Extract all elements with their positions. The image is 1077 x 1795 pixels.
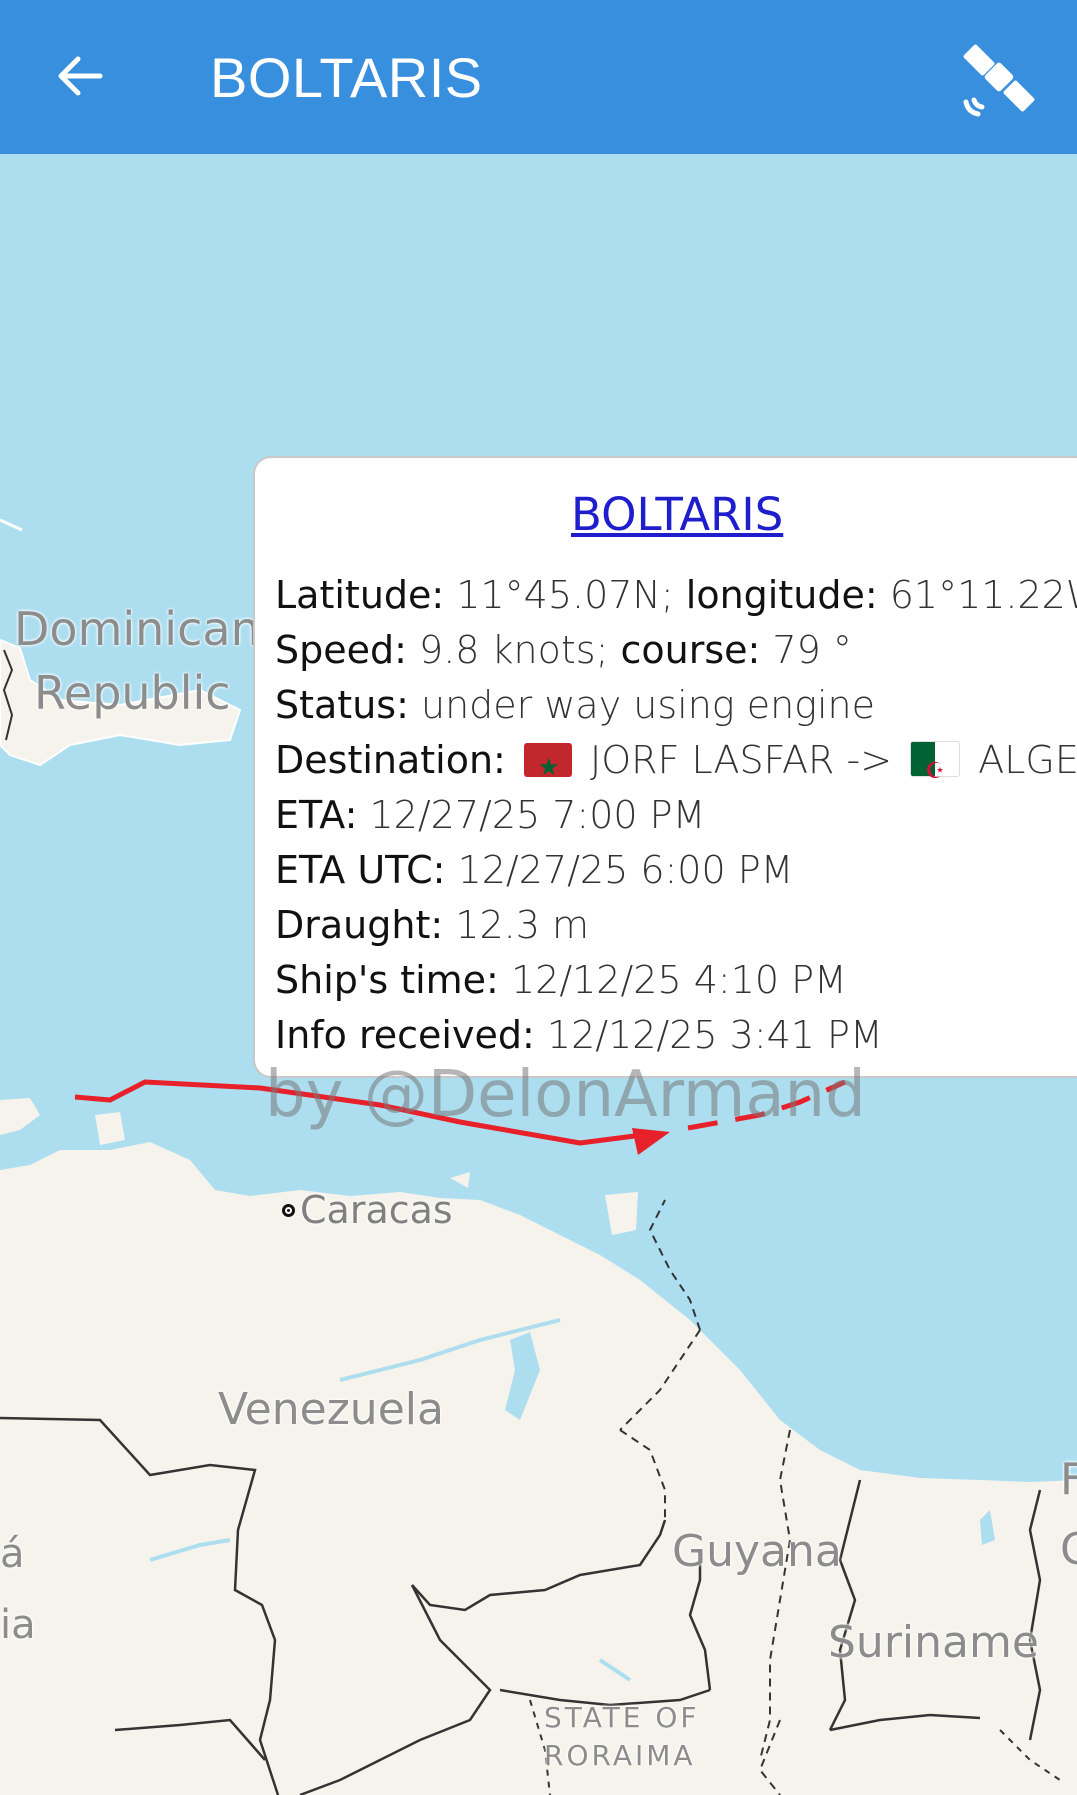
label-speed: Speed: (275, 628, 407, 672)
label-state-of: STATE OF (544, 1701, 700, 1734)
page-title: BOLTARIS (210, 46, 483, 109)
morocco-flag-icon (523, 740, 572, 795)
row-position: Latitude: 11°45.07N; longitude: 61°11.22… (275, 568, 1077, 623)
row-info-received: Info received: 12/12/25 3:41 PM (275, 1008, 1077, 1063)
ship-direction-arrow (632, 1128, 670, 1155)
label-suriname: Suriname (828, 1617, 1039, 1668)
label-edge-ia: ia (0, 1602, 36, 1648)
city-marker-caracas (282, 1204, 295, 1217)
label-ships-time: Ship's time: (275, 958, 499, 1002)
row-speed: Speed: 9.8 knots; course: 79 ° (275, 623, 1077, 678)
label-eta: ETA: (275, 793, 358, 837)
label-draught: Draught: (275, 903, 444, 947)
vessel-name-link[interactable]: BOLTARIS (255, 488, 1077, 541)
value-origin: JORF LASFAR -> (590, 738, 893, 782)
label-venezuela: Venezuela (218, 1384, 444, 1435)
watermark: by @DelonArmand (265, 1058, 866, 1132)
label-longitude: longitude: (685, 573, 878, 617)
value-info-received: 12/12/25 3:41 PM (546, 1013, 883, 1057)
row-eta: ETA: 12/27/25 7:00 PM (275, 788, 1077, 843)
label-caracas: Caracas (300, 1188, 453, 1232)
app-bar: BOLTARIS (0, 0, 1077, 154)
label-destination: Destination: (275, 738, 506, 782)
label-dominican: Dominican (14, 602, 260, 656)
label-republic: Republic (34, 666, 231, 720)
label-guyana: Guyana (672, 1526, 842, 1577)
value-status: under way using engine (420, 683, 875, 727)
label-eta-utc: ETA UTC: (275, 848, 446, 892)
vessel-info-rows: Latitude: 11°45.07N; longitude: 61°11.22… (275, 568, 1077, 1063)
vessel-info-popup[interactable]: BOLTARIS Latitude: 11°45.07N; longitude:… (253, 456, 1077, 1078)
row-draught: Draught: 12.3 m (275, 898, 1077, 953)
row-destination: Destination: JORF LASFAR -> ALGER (275, 733, 1077, 799)
value-eta-utc: 12/27/25 6:00 PM (457, 848, 794, 892)
label-course: course: (620, 628, 761, 672)
label-status: Status: (275, 683, 409, 727)
row-ships-time: Ship's time: 12/12/25 4:10 PM (275, 953, 1077, 1008)
value-destination: ALGER (978, 738, 1077, 782)
label-roraima: RORAIMA (544, 1739, 696, 1772)
algeria-flag-icon (910, 741, 961, 799)
label-edge-f: F (1060, 1454, 1077, 1505)
value-course: 79 ° (772, 628, 852, 672)
label-edge-c: C (1060, 1524, 1077, 1575)
label-latitude: Latitude: (275, 573, 445, 617)
value-eta: 12/27/25 7:00 PM (369, 793, 706, 837)
satellite-icon[interactable] (960, 38, 1040, 118)
label-edge-a: á (0, 1531, 25, 1577)
row-status: Status: under way using engine (275, 678, 1077, 733)
value-speed: 9.8 knots; (419, 628, 609, 672)
value-longitude: 61°11.22W (889, 573, 1077, 617)
value-ships-time: 12/12/25 4:10 PM (510, 958, 847, 1002)
label-info-received: Info received: (275, 1013, 535, 1057)
row-eta-utc: ETA UTC: 12/27/25 6:00 PM (275, 843, 1077, 898)
value-latitude: 11°45.07N; (456, 573, 674, 617)
arrow-left-icon[interactable] (50, 46, 110, 106)
value-draught: 12.3 m (455, 903, 589, 947)
